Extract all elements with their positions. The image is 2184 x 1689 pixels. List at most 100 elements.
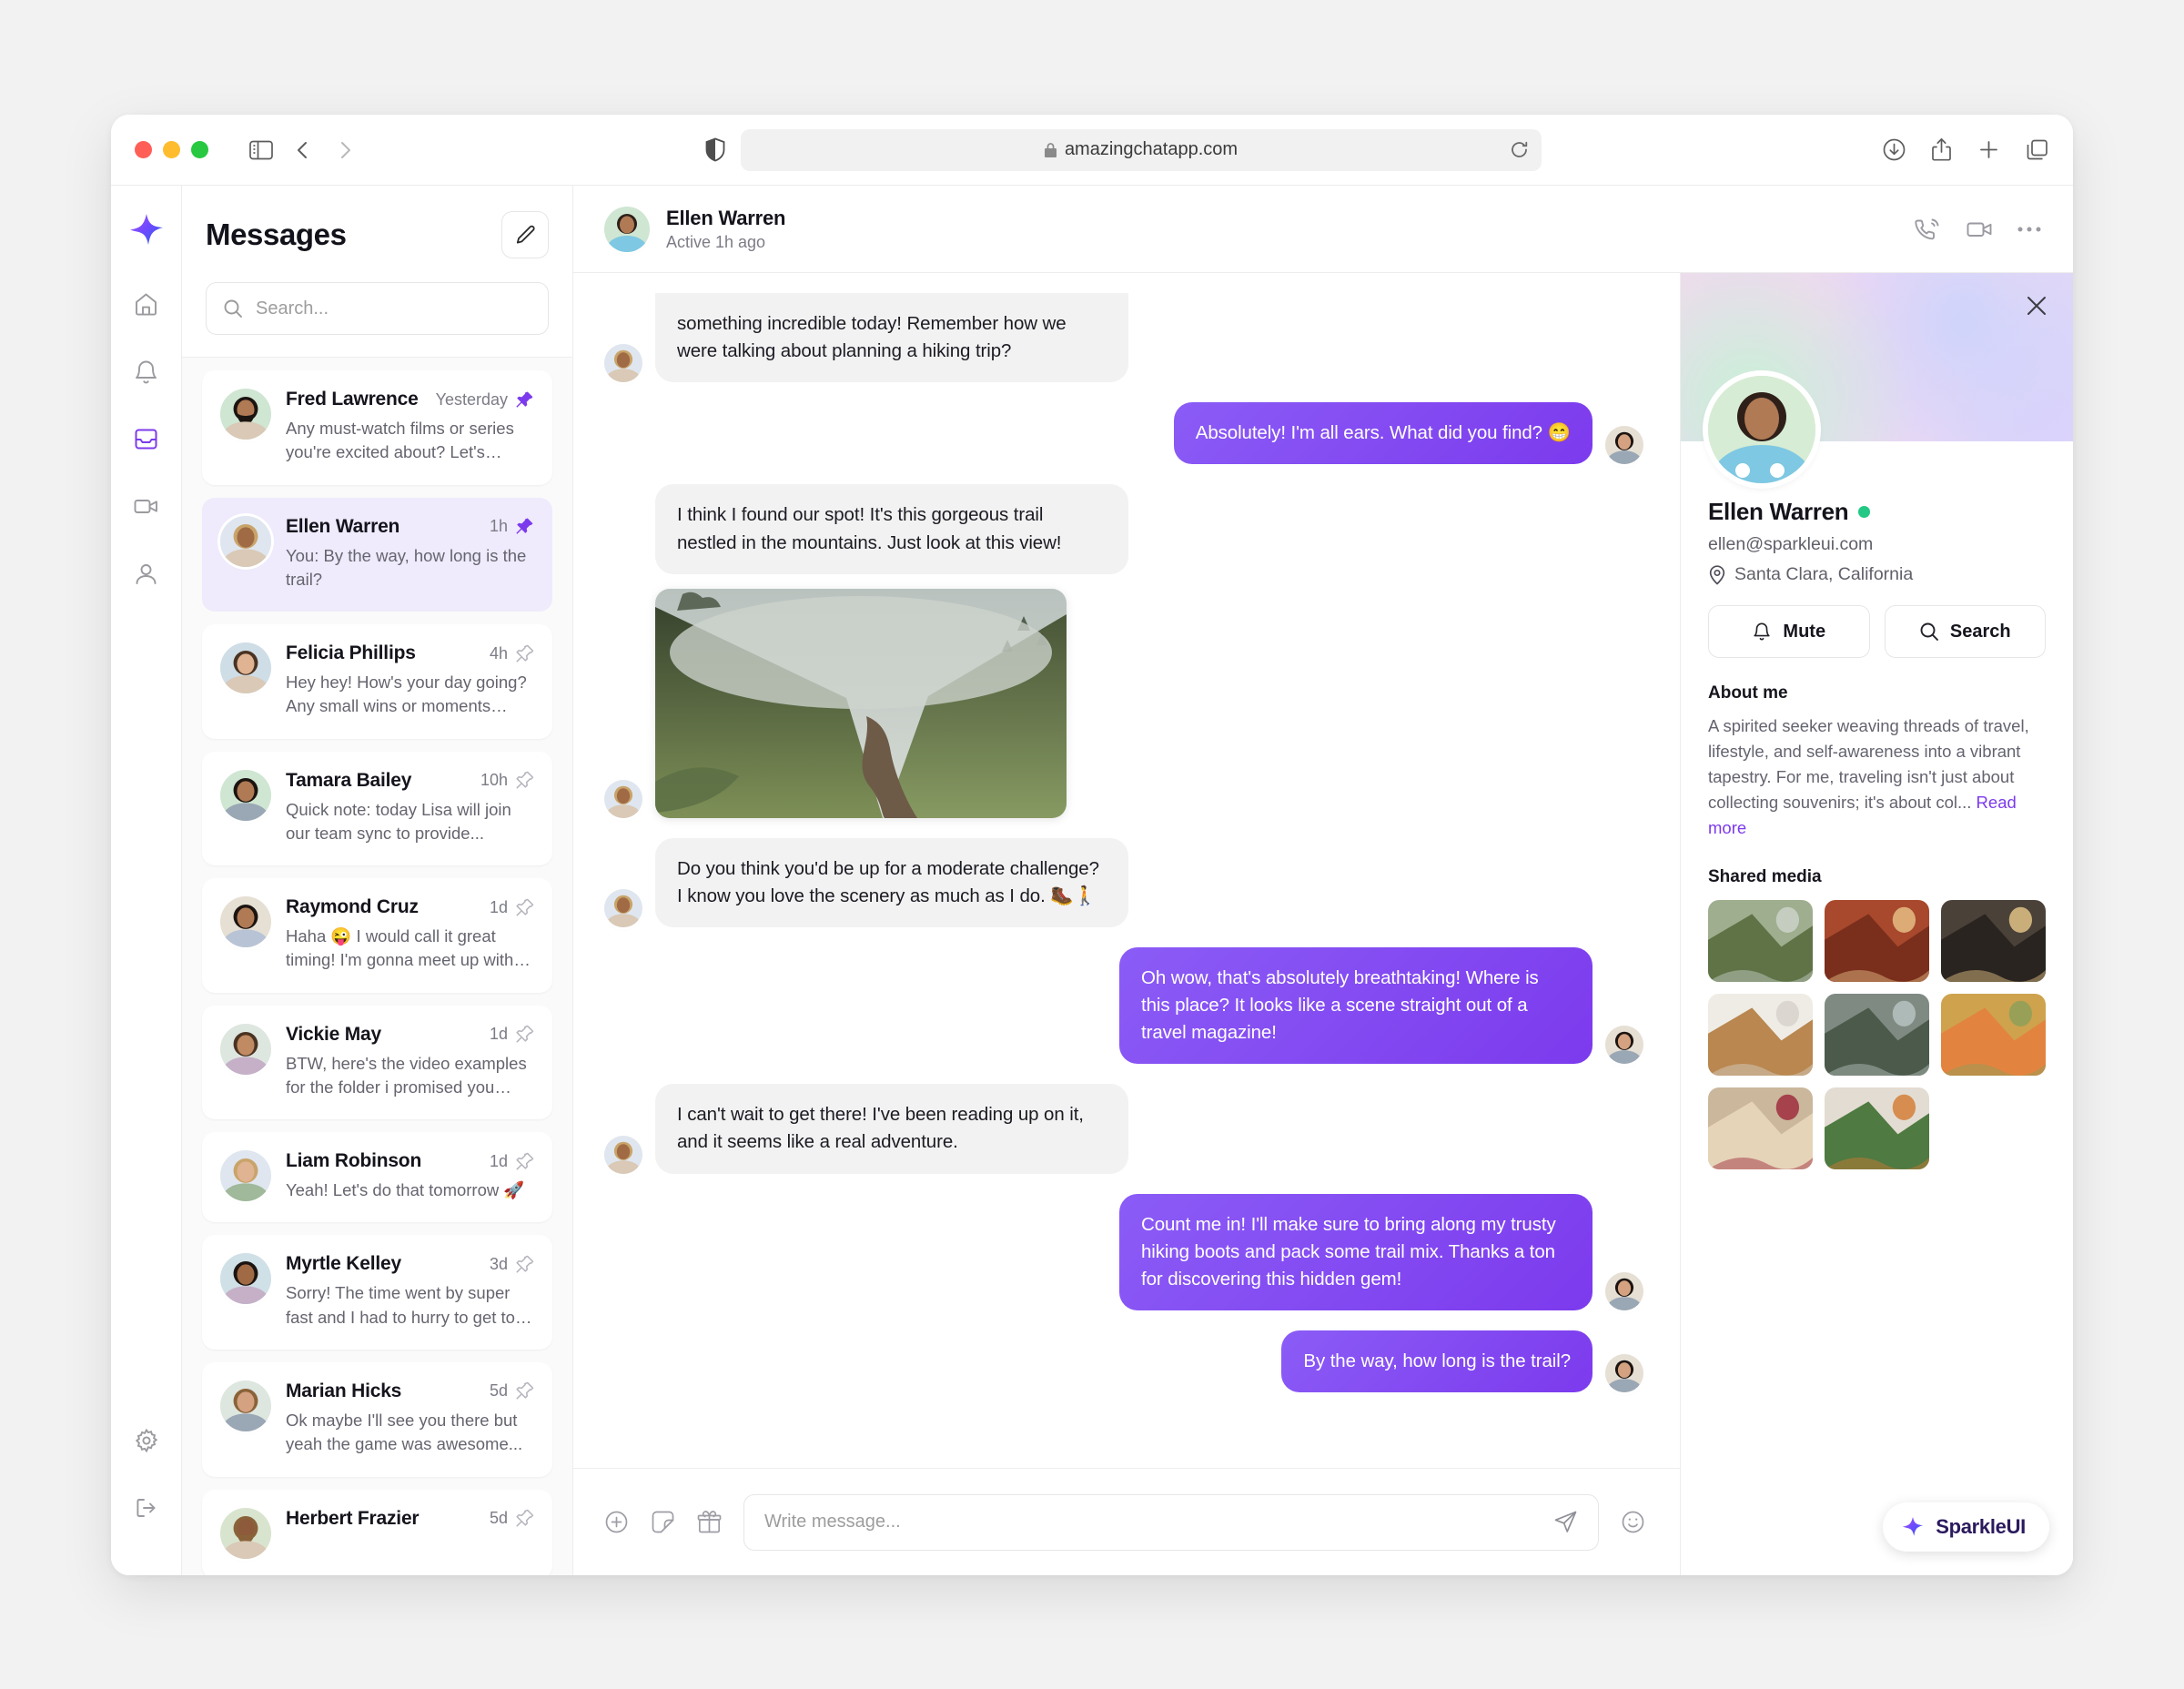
shared-media-grid[interactable]	[1708, 899, 2046, 1169]
pin-outline-icon[interactable]	[515, 644, 534, 663]
conversation-list[interactable]: Fred Lawrence Yesterday Any must-watch f…	[182, 357, 572, 1575]
forward-button[interactable]	[327, 132, 363, 168]
message-out: Oh wow, that's absolutely breathtaking! …	[604, 946, 1643, 1065]
sidebar-item-calls[interactable]	[123, 482, 170, 530]
message-list[interactable]: something incredible today! Remember how…	[573, 273, 1680, 1468]
pin-outline-icon[interactable]	[515, 771, 534, 790]
minimize-window-button[interactable]	[163, 141, 180, 158]
conversation-list-item[interactable]: Marian Hicks 5d Ok maybe I'll see you th…	[202, 1361, 552, 1477]
lock-icon	[1044, 142, 1057, 158]
shared-media-item[interactable]	[1825, 899, 1929, 982]
brand-badge[interactable]: SparkleUI	[1883, 1502, 2049, 1552]
conversation-list-item[interactable]: Tamara Bailey 10h Quick note: today Lisa…	[202, 751, 552, 866]
conversation-preview: You: By the way, how long is the trail?	[286, 545, 527, 589]
back-button[interactable]	[285, 132, 321, 168]
search-icon	[1919, 622, 1939, 642]
conversation-list-item[interactable]: Ellen Warren 1h You: By the way, how lon…	[202, 497, 552, 612]
maximize-window-button[interactable]	[191, 141, 208, 158]
message-input[interactable]	[764, 1512, 1542, 1532]
message-bubble[interactable]: Count me in! I'll make sure to bring alo…	[1119, 1193, 1592, 1310]
close-window-button[interactable]	[135, 141, 152, 158]
video-camera-icon[interactable]	[1966, 216, 1993, 243]
message-bubble[interactable]: By the way, how long is the trail?	[1281, 1330, 1592, 1392]
conversation-list-item[interactable]: Myrtle Kelley 3d Sorry! The time went by…	[202, 1235, 552, 1350]
message-bubble[interactable]: Absolutely! I'm all ears. What did you f…	[1173, 402, 1592, 465]
message-bubble[interactable]: I can't wait to get there! I've been rea…	[655, 1084, 1128, 1174]
url-text: amazingchatapp.com	[1064, 139, 1239, 159]
search-input[interactable]	[256, 298, 531, 319]
gear-icon[interactable]	[123, 1417, 170, 1464]
search-box[interactable]	[206, 282, 549, 335]
gift-icon[interactable]	[697, 1510, 722, 1534]
sparkle-logo-icon[interactable]	[127, 211, 166, 249]
reload-icon[interactable]	[1510, 140, 1529, 159]
profile-email: ellen@sparkleui.com	[1708, 534, 1874, 554]
more-horizontal-icon[interactable]	[2017, 225, 2042, 234]
avatar	[220, 389, 271, 440]
pin-outline-icon[interactable]	[515, 1152, 534, 1171]
logout-icon[interactable]	[123, 1484, 170, 1532]
conversation-list-item[interactable]: Herbert Frazier 5d	[202, 1489, 552, 1575]
sidebar-toggle-icon[interactable]	[243, 132, 279, 168]
shared-media-item[interactable]	[1708, 899, 1813, 982]
emoji-smiley-icon[interactable]	[1621, 1510, 1645, 1534]
pin-outline-icon[interactable]	[515, 1509, 534, 1528]
conversation-preview: Any must-watch films or series you're ex…	[286, 419, 514, 462]
conversation-list-item[interactable]: Fred Lawrence Yesterday Any must-watch f…	[202, 370, 552, 485]
conversation-preview: BTW, here's the video examples for the f…	[286, 1053, 527, 1097]
address-bar[interactable]: amazingchatapp.com	[740, 128, 1542, 171]
message-bubble[interactable]: Do you think you'd be up for a moderate …	[655, 837, 1128, 927]
status-badge	[1858, 506, 1871, 518]
pin-filled-icon[interactable]	[515, 390, 534, 410]
profile-panel: Ellen Warren ellen@sparkleui.com Santa C…	[1680, 273, 2073, 1575]
message-input-field[interactable]	[743, 1493, 1599, 1551]
pin-outline-icon[interactable]	[515, 1381, 534, 1401]
plus-circle-icon[interactable]	[604, 1510, 629, 1534]
pin-filled-icon[interactable]	[515, 517, 534, 536]
shared-media-item[interactable]	[1708, 1087, 1813, 1169]
sidebar-item-messages[interactable]	[123, 415, 170, 462]
sidebar-item-contacts[interactable]	[123, 550, 170, 597]
shared-media-item[interactable]	[1708, 993, 1813, 1076]
conversation-list-item[interactable]: Felicia Phillips 4h Hey hey! How's your …	[202, 624, 552, 739]
message-bubble[interactable]: I think I found our spot! It's this gorg…	[655, 484, 1128, 574]
sidebar-item-home[interactable]	[123, 280, 170, 328]
conversation-preview: Sorry! The time went by super fast and I…	[286, 1283, 515, 1327]
mute-button[interactable]: Mute	[1708, 605, 1870, 658]
window-controls	[135, 141, 208, 158]
conversation-time: 1h	[489, 517, 508, 536]
downloads-icon[interactable]	[1882, 137, 1906, 162]
conversation-preview: Quick note: today Lisa will join our tea…	[286, 799, 511, 843]
shared-media-title: Shared media	[1708, 866, 1822, 886]
search-conversation-button[interactable]: Search	[1884, 605, 2046, 658]
app-shell: Messages Fred Lawrence	[111, 186, 2073, 1575]
sidebar-item-notifications[interactable]	[123, 348, 170, 395]
pin-outline-icon[interactable]	[515, 898, 534, 917]
shared-media-item[interactable]	[1941, 993, 2046, 1076]
shared-media-item[interactable]	[1825, 993, 1929, 1076]
compose-pencil-icon[interactable]	[501, 211, 549, 258]
shared-media-item[interactable]	[1941, 899, 2046, 982]
new-tab-icon[interactable]	[1977, 137, 2001, 162]
close-icon[interactable]	[2024, 293, 2049, 319]
conversation-name: Felicia Phillips	[286, 642, 416, 664]
tab-overview-icon[interactable]	[2025, 137, 2049, 162]
avatar	[1605, 426, 1643, 465]
pin-outline-icon[interactable]	[515, 1025, 534, 1044]
pin-outline-icon[interactable]	[515, 1255, 534, 1274]
chat-header: Ellen Warren Active 1h ago	[573, 186, 2073, 273]
send-icon[interactable]	[1553, 1510, 1578, 1534]
message-bubble[interactable]: something incredible today! Remember how…	[655, 293, 1128, 383]
message-image[interactable]	[655, 588, 1067, 818]
conversation-list-item[interactable]: Liam Robinson 1d Yeah! Let's do that tom…	[202, 1132, 552, 1223]
shared-media-item[interactable]	[1825, 1087, 1929, 1169]
conversation-list-item[interactable]: Raymond Cruz 1d Haha 😜 I would call it g…	[202, 878, 552, 993]
sticker-icon[interactable]	[651, 1510, 675, 1534]
shield-icon[interactable]	[704, 137, 726, 162]
phone-call-icon[interactable]	[1915, 216, 1942, 243]
search-icon	[223, 298, 243, 319]
conversation-time: 5d	[489, 1509, 508, 1528]
message-bubble[interactable]: Oh wow, that's absolutely breathtaking! …	[1119, 946, 1592, 1065]
conversation-list-item[interactable]: Vickie May 1d BTW, here's the video exam…	[202, 1005, 552, 1120]
share-icon[interactable]	[1930, 137, 1953, 162]
